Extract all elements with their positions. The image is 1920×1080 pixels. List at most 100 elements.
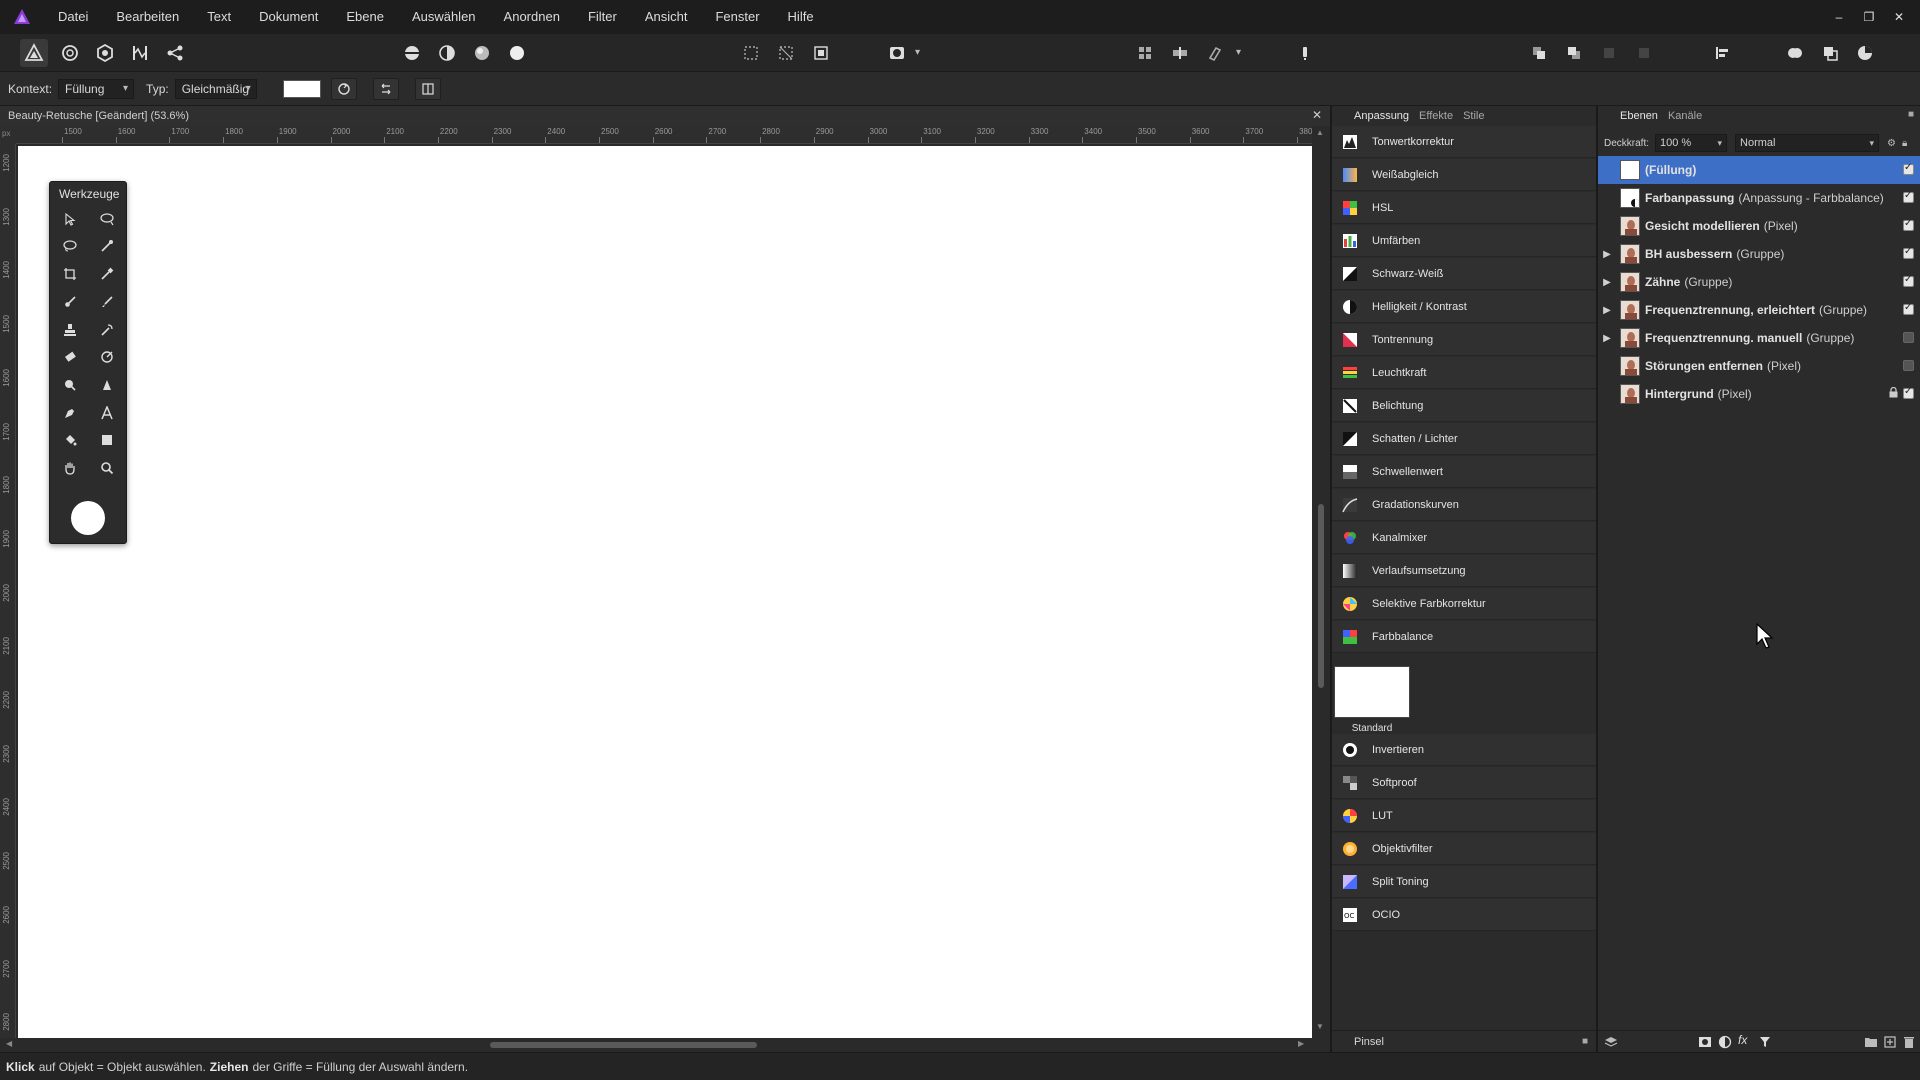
arrange-front-icon[interactable]: [1560, 39, 1588, 67]
add-group-icon[interactable]: [1864, 1035, 1878, 1052]
menu-item-6[interactable]: Anordnen: [490, 0, 574, 34]
blend-mode-select[interactable]: Normal: [1735, 134, 1880, 152]
horizontal-scrollbar[interactable]: ◀ ▶: [0, 1038, 1330, 1052]
layer-row[interactable]: Gesicht modellieren (Pixel): [1598, 212, 1920, 240]
grid-icon[interactable]: [1131, 39, 1159, 67]
layer-row[interactable]: Störungen entfernen (Pixel): [1598, 352, 1920, 380]
menu-item-1[interactable]: Bearbeiten: [102, 0, 193, 34]
mask-mode-dropdown-icon[interactable]: ▾: [915, 47, 920, 58]
menu-item-7[interactable]: Filter: [574, 0, 631, 34]
adjustment-item[interactable]: Farbbalance: [1332, 621, 1596, 653]
close-window-button[interactable]: ✕: [1884, 0, 1914, 34]
fill-color-swatch[interactable]: [282, 79, 321, 98]
adjustment-item[interactable]: Objektivfilter: [1332, 833, 1596, 865]
menu-item-10[interactable]: Hilfe: [774, 0, 828, 34]
expand-group-icon[interactable]: ▶: [1598, 305, 1616, 316]
restore-button[interactable]: ❐: [1854, 0, 1884, 34]
vertical-scrollbar-thumb[interactable]: [1318, 504, 1324, 688]
tone-mapping-persona-icon[interactable]: [126, 39, 154, 67]
adjustment-item[interactable]: Leuchtkraft: [1332, 357, 1596, 389]
develop-persona-icon[interactable]: [91, 39, 119, 67]
layer-lock-icon[interactable]: [1889, 386, 1898, 401]
scroll-left-icon[interactable]: ◀: [6, 1039, 12, 1048]
layer-visibility-checkbox[interactable]: [1903, 274, 1914, 287]
adjustment-layer-icon[interactable]: [1718, 1035, 1732, 1052]
adjustment-item[interactable]: Helligkeit / Kontrast: [1332, 291, 1596, 323]
adjustment-item[interactable]: Belichtung: [1332, 390, 1596, 422]
adjustment-item[interactable]: Invertieren: [1332, 734, 1596, 766]
affinity-photo-logo-icon[interactable]: [0, 0, 44, 34]
minimize-button[interactable]: –: [1824, 0, 1854, 34]
boolean-intersect-icon[interactable]: [1851, 39, 1879, 67]
half-circle-icon[interactable]: [433, 39, 461, 67]
standard-preset-thumbnail[interactable]: [1334, 666, 1410, 718]
sharpen-brush-tool-icon[interactable]: [94, 373, 120, 397]
adjustments-tab-2[interactable]: Stile: [1463, 110, 1484, 122]
adjustment-item[interactable]: Weißabgleich: [1332, 159, 1596, 191]
add-pixel-layer-icon[interactable]: [1883, 1035, 1897, 1052]
adjustment-item[interactable]: Kanalmixer: [1332, 522, 1596, 554]
scroll-down-icon[interactable]: ▼: [1316, 1022, 1324, 1031]
selection-brush-tool-icon[interactable]: [94, 207, 120, 231]
adjustment-item[interactable]: HSL: [1332, 192, 1596, 224]
fill-options-icon[interactable]: [414, 77, 441, 100]
brush-panel-tab[interactable]: Pinsel ■: [1332, 1030, 1596, 1052]
context-select[interactable]: Füllung: [58, 78, 135, 99]
primary-color-swatch[interactable]: [71, 501, 105, 535]
delete-layer-icon[interactable]: [1902, 1035, 1916, 1052]
document-canvas[interactable]: [18, 146, 1312, 1038]
soft-circle-icon[interactable]: [468, 39, 496, 67]
adjustment-item[interactable]: Tonwertkorrektur: [1332, 126, 1596, 158]
menu-item-3[interactable]: Dokument: [245, 0, 332, 34]
adjustment-item[interactable]: OC OCIO: [1332, 899, 1596, 931]
photo-persona-icon[interactable]: [20, 39, 48, 67]
snapping-icon[interactable]: [1201, 39, 1229, 67]
adjustments-tab-0[interactable]: Anpassung: [1354, 110, 1409, 122]
mask-layer-icon[interactable]: [1698, 1035, 1712, 1052]
layer-row[interactable]: ▶ Zähne (Gruppe): [1598, 268, 1920, 296]
live-filter-icon[interactable]: [1758, 1035, 1772, 1052]
layer-row[interactable]: (Füllung): [1598, 156, 1920, 184]
layer-fx-icon[interactable]: fx: [1738, 1033, 1747, 1047]
layer-row[interactable]: ▶ BH ausbessern (Gruppe): [1598, 240, 1920, 268]
adjustment-item[interactable]: Split Toning: [1332, 866, 1596, 898]
document-tab[interactable]: Beauty-Retusche [Geändert] (53.6%) ✕: [0, 106, 1330, 126]
menu-item-0[interactable]: Datei: [44, 0, 102, 34]
menu-item-4[interactable]: Ebene: [332, 0, 398, 34]
move-tool-icon[interactable]: [57, 207, 83, 231]
expand-group-icon[interactable]: ▶: [1598, 277, 1616, 288]
layer-lock-toggle-icon[interactable]: 🔒︎: [1902, 138, 1907, 149]
layer-visibility-checkbox[interactable]: [1903, 302, 1914, 315]
boolean-add-icon[interactable]: [1781, 39, 1809, 67]
clone-brush-tool-icon[interactable]: [57, 318, 83, 342]
marquee-select-icon[interactable]: [737, 39, 765, 67]
menu-item-8[interactable]: Ansicht: [631, 0, 702, 34]
type-select[interactable]: Gleichmäßig: [174, 78, 257, 99]
zoom-tool-icon[interactable]: [94, 456, 120, 480]
layer-visibility-checkbox[interactable]: [1903, 246, 1914, 259]
assistant-icon[interactable]: [1291, 39, 1319, 67]
reverse-fill-icon[interactable]: [372, 77, 399, 100]
healing-brush-tool-icon[interactable]: [94, 318, 120, 342]
crop-tool-icon[interactable]: [57, 262, 83, 286]
align-left-icon[interactable]: [1708, 39, 1736, 67]
close-document-icon[interactable]: ✕: [1312, 108, 1322, 122]
layer-row[interactable]: ▶ Frequenztrennung. manuell (Gruppe): [1598, 324, 1920, 352]
arrange-back-icon[interactable]: [1525, 39, 1553, 67]
invert-selection-icon[interactable]: [772, 39, 800, 67]
export-persona-icon[interactable]: [161, 39, 189, 67]
menu-item-9[interactable]: Fenster: [701, 0, 773, 34]
layer-visibility-checkbox[interactable]: [1903, 332, 1914, 343]
layer-visibility-checkbox[interactable]: [1903, 190, 1914, 203]
boolean-subtract-icon[interactable]: [1816, 39, 1844, 67]
adjustments-tab-1[interactable]: Effekte: [1419, 110, 1453, 122]
scroll-up-icon[interactable]: ▲: [1316, 128, 1324, 137]
layer-row[interactable]: ▶ Frequenztrennung, erleichtert (Gruppe): [1598, 296, 1920, 324]
layer-visibility-checkbox[interactable]: [1903, 218, 1914, 231]
layer-visibility-checkbox[interactable]: [1903, 386, 1914, 399]
liquify-persona-icon[interactable]: [56, 39, 84, 67]
view-mode-icon[interactable]: [398, 39, 426, 67]
adjustment-item[interactable]: Tontrennung: [1332, 324, 1596, 356]
mask-mode-icon[interactable]: [883, 39, 911, 67]
reset-fill-icon[interactable]: [330, 77, 357, 100]
